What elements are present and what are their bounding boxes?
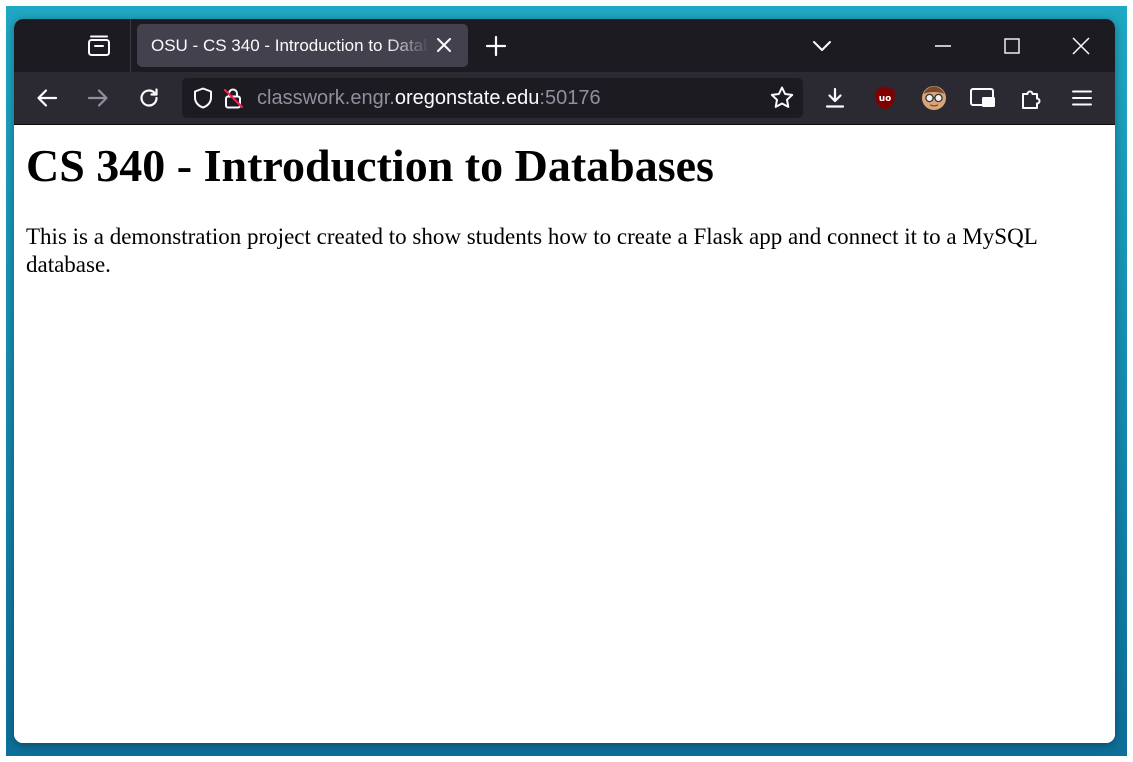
maximize-icon[interactable] [997,31,1027,61]
page-heading: CS 340 - Introduction to Databases [26,140,714,191]
url-domain: oregonstate.edu [394,87,540,109]
puzzle-piece-icon[interactable] [1017,83,1047,113]
shield-icon[interactable] [188,83,218,113]
bookmark-star-icon[interactable] [767,83,797,113]
address-bar[interactable]: classwork.engr.oregonstate.edu:50176 [182,78,803,118]
ublock-origin-icon[interactable]: uo [870,83,900,113]
minimize-icon[interactable] [928,31,958,61]
window-close-icon[interactable] [1066,31,1096,61]
tab-close-icon[interactable] [431,32,457,58]
svg-text:uo: uo [879,94,892,104]
new-tab-plus-icon[interactable] [481,31,511,61]
url-text[interactable]: classwork.engr.oregonstate.edu:50176 [257,78,601,118]
navigation-toolbar: classwork.engr.oregonstate.edu:50176 uo [14,72,1115,125]
page-description: This is a demonstration project created … [26,223,1037,277]
glasses-face-icon[interactable] [919,83,949,113]
tab-title: OSU - CS 340 - Introduction to Databases [151,36,429,55]
download-icon[interactable] [820,83,850,113]
forward-arrow-icon[interactable] [83,83,113,113]
tab-list-icon[interactable] [84,31,114,61]
picture-in-picture-icon[interactable] [967,83,999,113]
url-subdomain: classwork.engr. [257,87,395,109]
page-content: CS 340 - Introduction to Databases This … [14,126,1115,743]
lock-strikethrough-icon[interactable] [218,83,248,113]
back-arrow-icon[interactable] [32,83,62,113]
url-port: :50176 [539,87,601,109]
chevron-down-icon[interactable] [807,31,837,61]
browser-window: OSU - CS 340 - Introduction to Databases [14,19,1115,743]
tab-active[interactable]: OSU - CS 340 - Introduction to Databases [137,24,468,67]
tab-bar: OSU - CS 340 - Introduction to Databases [14,19,1115,72]
tab-separator [130,19,131,72]
reload-icon[interactable] [134,83,164,113]
hamburger-menu-icon[interactable] [1067,83,1097,113]
